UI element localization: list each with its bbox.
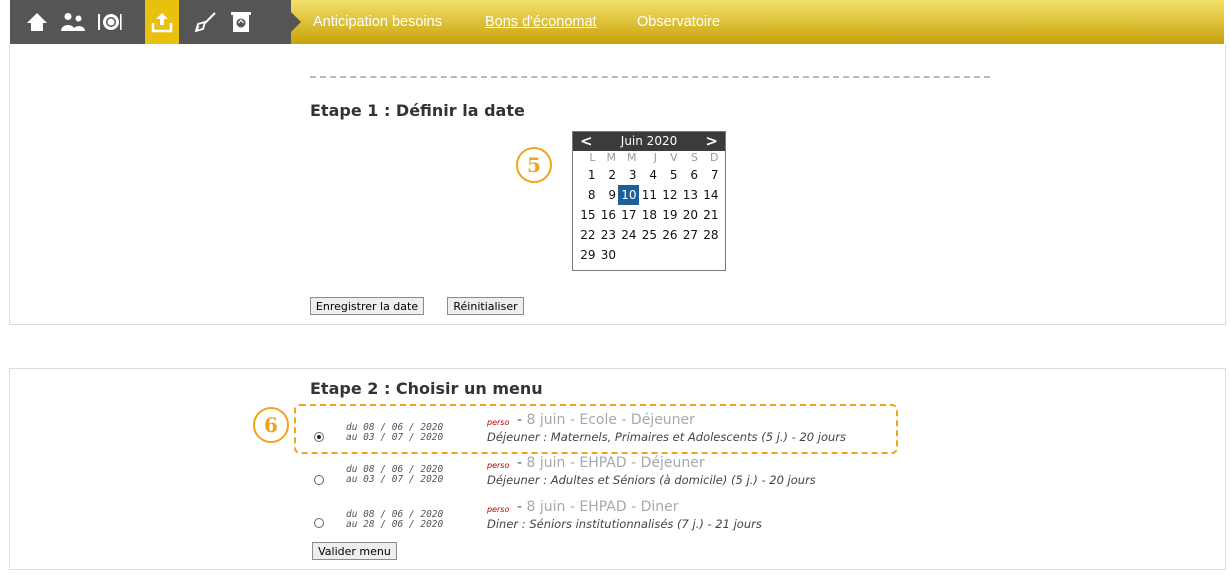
nav-bons-economat[interactable]: Bons d'économat bbox=[485, 14, 597, 30]
calendar-day[interactable]: 10 bbox=[618, 185, 639, 205]
menu-1-dates: du 08 / 06 / 2020 au 03 / 07 / 2020 bbox=[346, 423, 443, 443]
upload-icon[interactable] bbox=[145, 0, 179, 44]
top-navigation-bar: Anticipation besoins Bons d'économat Obs… bbox=[10, 0, 1224, 44]
menu-title-text: 8 juin - EHPAD - Diner bbox=[526, 499, 679, 515]
next-month-button[interactable]: > bbox=[705, 132, 718, 151]
menu-2-dates: du 08 / 06 / 2020 au 03 / 07 / 2020 bbox=[346, 465, 443, 485]
weekday-label: L bbox=[589, 151, 596, 164]
menu-1-description: Déjeuner : Maternels, Primaires et Adole… bbox=[487, 430, 846, 444]
menu-2-description: Déjeuner : Adultes et Séniors (à domicil… bbox=[487, 473, 816, 487]
plate-icon[interactable] bbox=[92, 0, 126, 44]
menu-1-perso-tag: perso bbox=[487, 418, 510, 427]
calendar-day[interactable]: 7 bbox=[700, 165, 721, 185]
calendar-day[interactable]: 15 bbox=[577, 205, 598, 225]
menu-2-title[interactable]: - 8 juin - EHPAD - Déjeuner bbox=[517, 455, 705, 471]
calendar-day[interactable]: 2 bbox=[598, 165, 619, 185]
calendar-day[interactable]: 19 bbox=[659, 205, 680, 225]
toolbar-arrow bbox=[291, 12, 301, 32]
calendar-day[interactable]: 23 bbox=[598, 225, 619, 245]
calendar-day[interactable]: 18 bbox=[639, 205, 660, 225]
weekday-label: S bbox=[691, 151, 698, 164]
menu-radio-3[interactable] bbox=[314, 518, 324, 528]
calendar-month-title: Juin 2020 bbox=[620, 134, 678, 148]
icon-toolbar bbox=[10, 0, 301, 44]
calendar-day[interactable]: 28 bbox=[700, 225, 721, 245]
section-divider bbox=[310, 76, 990, 78]
menu-3-description: Diner : Séniors institutionnalisés (7 j.… bbox=[487, 517, 762, 531]
calendar-day[interactable]: 3 bbox=[618, 165, 639, 185]
menu-radio-2[interactable] bbox=[314, 475, 324, 485]
calendar-day[interactable]: 21 bbox=[700, 205, 721, 225]
step2-title: Etape 2 : Choisir un menu bbox=[310, 379, 543, 398]
calendar-day[interactable]: 13 bbox=[680, 185, 701, 205]
calendar-day[interactable]: 24 bbox=[618, 225, 639, 245]
menu-date-to: au 03 / 07 / 2020 bbox=[346, 474, 444, 485]
calendar-day[interactable]: 9 bbox=[598, 185, 619, 205]
weekday-label: J bbox=[653, 151, 657, 164]
calendar-day[interactable]: 25 bbox=[639, 225, 660, 245]
menu-title-text: 8 juin - EHPAD - Déjeuner bbox=[526, 455, 705, 471]
calendar-day[interactable]: 12 bbox=[659, 185, 680, 205]
callout-badge-6: 6 bbox=[253, 407, 289, 443]
calendar-day[interactable]: 14 bbox=[700, 185, 721, 205]
menu-radio-1[interactable] bbox=[314, 432, 324, 442]
weekday-label: V bbox=[669, 151, 678, 164]
home-icon[interactable] bbox=[20, 0, 54, 44]
title-separator: - bbox=[517, 412, 523, 428]
nav-anticipation-besoins[interactable]: Anticipation besoins bbox=[313, 14, 442, 30]
users-icon[interactable] bbox=[56, 0, 90, 44]
menu-title-text: 8 juin - Ecole - Déjeuner bbox=[526, 412, 695, 428]
menu-3-dates: du 08 / 06 / 2020 au 28 / 06 / 2020 bbox=[346, 510, 443, 530]
calendar-day[interactable]: 6 bbox=[680, 165, 701, 185]
calendar-header: < Juin 2020 > bbox=[573, 132, 725, 151]
calendar-day[interactable]: 17 bbox=[618, 205, 639, 225]
nav-observatoire[interactable]: Observatoire bbox=[637, 14, 720, 30]
calendar-day[interactable]: 27 bbox=[680, 225, 701, 245]
step1-title: Etape 1 : Définir la date bbox=[310, 101, 525, 120]
weekday-label: M bbox=[606, 151, 617, 164]
reset-button[interactable]: Réinitialiser bbox=[447, 297, 524, 315]
calendar-day[interactable]: 11 bbox=[639, 185, 660, 205]
recycle-bin-icon[interactable] bbox=[224, 0, 258, 44]
weekday-label: D bbox=[710, 151, 719, 164]
calendar-day[interactable]: 26 bbox=[659, 225, 680, 245]
menu-2-perso-tag: perso bbox=[487, 461, 510, 470]
validate-menu-button[interactable]: Valider menu bbox=[312, 542, 397, 560]
broom-icon[interactable] bbox=[189, 0, 223, 44]
calendar-day[interactable]: 16 bbox=[598, 205, 619, 225]
menu-1-title[interactable]: - 8 juin - Ecole - Déjeuner bbox=[517, 412, 695, 428]
callout-badge-5: 5 bbox=[516, 147, 552, 183]
calendar-day[interactable]: 1 bbox=[577, 165, 598, 185]
menu-date-to: au 28 / 06 / 2020 bbox=[346, 519, 444, 530]
calendar-day[interactable]: 4 bbox=[639, 165, 660, 185]
title-separator: - bbox=[517, 455, 523, 471]
calendar-day[interactable]: 20 bbox=[680, 205, 701, 225]
calendar-grid: L M M J V S D 1 2 3 4 5 6 7 8 9 10 11 12 13 14 15 16 17 1… bbox=[573, 151, 725, 265]
calendar-day[interactable]: 5 bbox=[659, 165, 680, 185]
calendar-day[interactable]: 29 bbox=[577, 245, 598, 265]
title-separator: - bbox=[517, 499, 523, 515]
calendar-day[interactable]: 30 bbox=[598, 245, 619, 265]
menu-date-to: au 03 / 07 / 2020 bbox=[346, 432, 444, 443]
menu-3-perso-tag: perso bbox=[487, 505, 510, 514]
calendar-day[interactable]: 8 bbox=[577, 185, 598, 205]
date-picker-calendar: < Juin 2020 > L M M J V S D 1 2 3 4 5 6 7 8 9 10 1… bbox=[572, 131, 726, 271]
save-date-button[interactable]: Enregistrer la date bbox=[310, 297, 424, 315]
weekday-label: M bbox=[627, 151, 637, 164]
calendar-day[interactable]: 22 bbox=[577, 225, 598, 245]
menu-3-title[interactable]: - 8 juin - EHPAD - Diner bbox=[517, 499, 679, 515]
